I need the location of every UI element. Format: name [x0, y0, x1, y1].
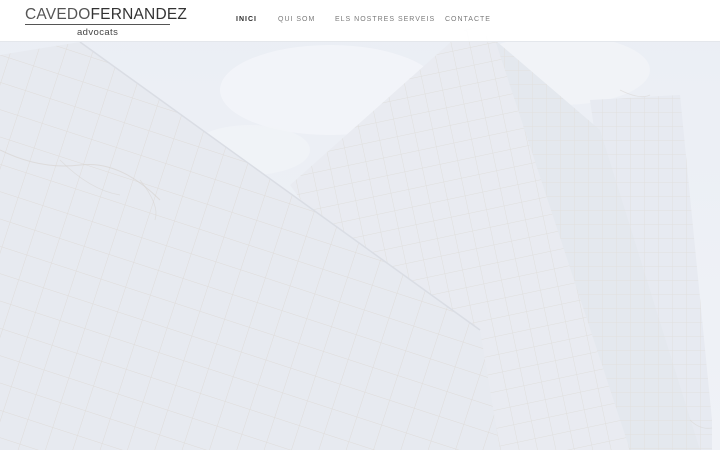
page: CAVEDOFERNANDEZ advocats INICI QUI SOM E…: [0, 0, 720, 450]
main-nav: INICI QUI SOM ELS NOSTRES SERVEIS CONTAC…: [0, 16, 720, 28]
site-header: CAVEDOFERNANDEZ advocats INICI QUI SOM E…: [0, 0, 720, 42]
nav-item-contacte[interactable]: CONTACTE: [445, 16, 491, 23]
hero-background-image: [0, 0, 720, 450]
logo-tagline: advocats: [77, 27, 119, 38]
nav-item-serveis[interactable]: ELS NOSTRES SERVEIS: [335, 16, 435, 23]
nav-item-qui-som[interactable]: QUI SOM: [278, 16, 315, 23]
nav-item-inici[interactable]: INICI: [236, 16, 257, 23]
